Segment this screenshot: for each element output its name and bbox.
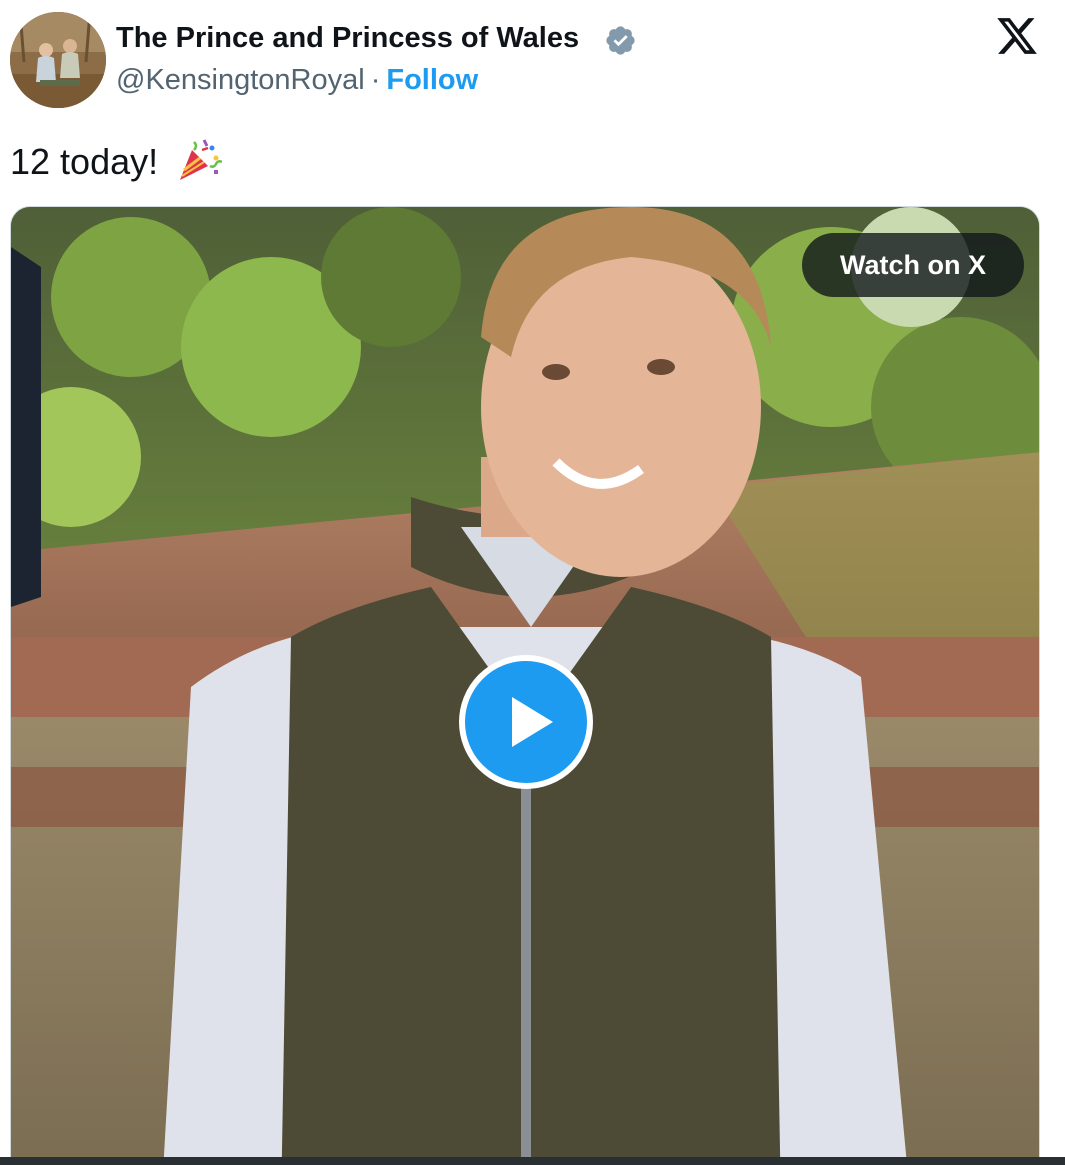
author-name[interactable]: The Prince and Princess of Wales [116,22,579,55]
play-icon [512,697,553,747]
verified-badge-icon [606,26,635,55]
watch-on-x-button[interactable]: Watch on X [802,233,1024,297]
video-player[interactable]: Watch on X [10,206,1040,1165]
separator-dot: · [370,64,381,96]
follow-button[interactable]: Follow [386,64,478,96]
play-button[interactable] [459,655,593,789]
party-popper-icon [180,139,223,180]
author-avatar[interactable] [10,12,106,108]
bottom-edge [0,1157,1065,1165]
tweet-text-content: 12 today! [10,141,159,182]
tweet-text: 12 today! [10,136,223,184]
author-handle[interactable]: @KensingtonRoyal [116,64,365,96]
x-logo-icon[interactable] [994,14,1040,58]
author-meta: @KensingtonRoyal · Follow [116,64,478,97]
